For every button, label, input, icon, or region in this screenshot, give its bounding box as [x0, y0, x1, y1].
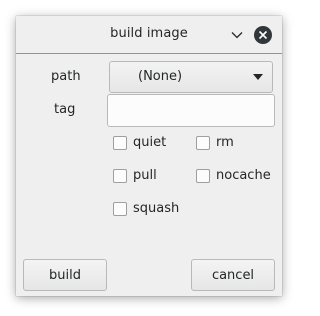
path-label: path [51, 69, 81, 84]
checkbox-box[interactable] [113, 168, 127, 183]
build-button[interactable]: build [23, 259, 107, 291]
pull-checkbox[interactable]: pull [113, 168, 157, 183]
rm-checkbox[interactable]: rm [196, 135, 234, 150]
pull-label: pull [133, 168, 157, 183]
squash-label: squash [133, 201, 180, 216]
quiet-checkbox[interactable]: quiet [113, 135, 166, 150]
close-icon [258, 30, 268, 40]
title-bar[interactable]: build image [16, 16, 282, 54]
dialog-window: build image path (None) tag quiet rm pul… [16, 16, 282, 296]
path-combobox-value: (None) [138, 69, 183, 84]
nocache-label: nocache [216, 168, 271, 183]
path-combobox[interactable]: (None) [109, 61, 273, 93]
rm-label: rm [216, 135, 234, 150]
checkbox-box[interactable] [113, 201, 127, 216]
nocache-checkbox[interactable]: nocache [196, 168, 271, 183]
cancel-button[interactable]: cancel [191, 259, 275, 291]
tag-input[interactable] [107, 94, 275, 127]
checkbox-box[interactable] [196, 168, 210, 183]
squash-checkbox[interactable]: squash [113, 201, 179, 216]
close-button[interactable] [254, 26, 272, 44]
quiet-label: quiet [133, 135, 167, 150]
tag-label: tag [54, 102, 76, 117]
triangle-down-icon [253, 74, 263, 80]
checkbox-box[interactable] [113, 135, 127, 150]
checkbox-box[interactable] [196, 135, 210, 150]
chevron-down-icon[interactable] [230, 28, 244, 42]
